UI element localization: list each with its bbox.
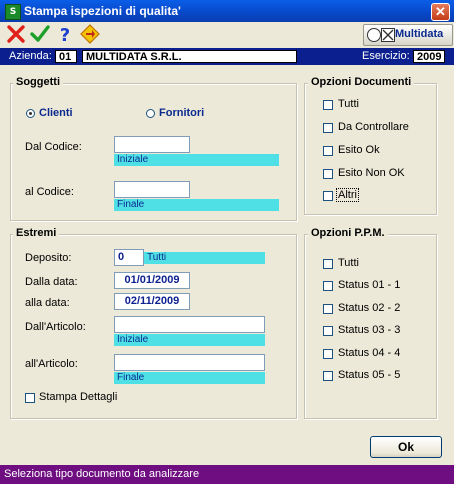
doc-tutti-label[interactable]: Tutti [338, 98, 359, 110]
doc-altri-checkbox[interactable] [323, 191, 333, 201]
logo-box-icon [381, 28, 395, 42]
ppm-status-02-checkbox[interactable] [323, 304, 333, 314]
al-codice-label: al Codice: [25, 186, 74, 198]
cancel-icon[interactable] [6, 24, 26, 44]
ppm-status-04-checkbox[interactable] [323, 349, 333, 359]
ppm-tutti-checkbox[interactable] [323, 259, 333, 269]
esercizio-field[interactable]: 2009 [413, 50, 445, 63]
doc-da-controllare-checkbox[interactable] [323, 123, 333, 133]
print-diamond-icon[interactable] [80, 24, 100, 44]
dall-articolo-label: Dall'Articolo: [25, 321, 86, 333]
ok-button[interactable]: Ok [370, 436, 442, 458]
dall-articolo-input[interactable] [114, 316, 265, 333]
stampa-dettagli-label[interactable]: Stampa Dettagli [39, 391, 117, 403]
dal-codice-hint: Iniziale [114, 154, 279, 166]
ppm-status-01-label[interactable]: Status 01 - 1 [338, 279, 400, 291]
all-articolo-label: all'Articolo: [25, 358, 78, 370]
multidata-logo: Multidata [363, 24, 453, 46]
doc-da-controllare-label[interactable]: Da Controllare [338, 121, 409, 133]
clienti-label[interactable]: Clienti [39, 107, 73, 119]
logo-text: Multidata [395, 28, 444, 40]
opzioni-ppm-title: Opzioni P.P.M. [308, 227, 388, 239]
dalla-data-input[interactable]: 01/01/2009 [114, 272, 190, 289]
clienti-radio[interactable] [26, 109, 35, 118]
estremi-title: Estremi [13, 227, 60, 239]
dal-codice-label: Dal Codice: [25, 141, 82, 153]
ppm-status-05-label[interactable]: Status 05 - 5 [338, 369, 400, 381]
close-button[interactable]: ✕ [431, 3, 450, 21]
dall-articolo-hint: Iniziale [114, 334, 265, 346]
dalla-data-label: Dalla data: [25, 276, 78, 288]
ppm-status-03-label[interactable]: Status 03 - 3 [338, 324, 400, 336]
help-question-icon[interactable]: ? [55, 24, 75, 46]
fornitori-radio[interactable] [146, 109, 155, 118]
al-codice-hint: Finale [114, 199, 279, 211]
status-text: Seleziona tipo documento da analizzare [4, 468, 200, 480]
logo-circle-icon [367, 28, 381, 42]
ppm-tutti-label[interactable]: Tutti [338, 257, 359, 269]
alla-data-input[interactable]: 02/11/2009 [114, 293, 190, 310]
soggetti-title: Soggetti [13, 76, 63, 88]
ok-button-label: Ok [397, 440, 414, 454]
doc-esito-non-ok-label[interactable]: Esito Non OK [338, 167, 405, 179]
deposito-label: Deposito: [25, 252, 72, 264]
doc-altri-label[interactable]: Altri [336, 188, 359, 202]
svg-text:?: ? [60, 25, 70, 44]
all-articolo-input[interactable] [114, 354, 265, 371]
doc-esito-ok-label[interactable]: Esito Ok [338, 144, 380, 156]
deposito-hint: Tutti [144, 252, 265, 264]
window-title: Stampa ispezioni di qualita' [24, 4, 181, 18]
azienda-label: Azienda: [9, 50, 52, 62]
alla-data-label: alla data: [25, 297, 70, 309]
all-articolo-hint: Finale [114, 372, 265, 384]
ppm-status-02-label[interactable]: Status 02 - 2 [338, 302, 400, 314]
deposito-input[interactable]: 0 [114, 249, 144, 266]
ppm-status-01-checkbox[interactable] [323, 281, 333, 291]
esercizio-label: Esercizio: [362, 50, 410, 62]
dal-codice-input[interactable] [114, 136, 190, 153]
ppm-status-05-checkbox[interactable] [323, 371, 333, 381]
fornitori-label[interactable]: Fornitori [159, 107, 204, 119]
doc-esito-ok-checkbox[interactable] [323, 146, 333, 156]
confirm-check-icon[interactable] [30, 24, 50, 44]
doc-esito-non-ok-checkbox[interactable] [323, 169, 333, 179]
al-codice-input[interactable] [114, 181, 190, 198]
ppm-status-03-checkbox[interactable] [323, 326, 333, 336]
close-icon: ✕ [435, 4, 446, 19]
ppm-status-04-label[interactable]: Status 04 - 4 [338, 347, 400, 359]
opzioni-documenti-title: Opzioni Documenti [308, 76, 415, 88]
doc-tutti-checkbox[interactable] [323, 100, 333, 110]
stampa-dettagli-checkbox[interactable] [25, 393, 35, 403]
azienda-code-field[interactable]: 01 [55, 50, 77, 63]
app-icon: S [5, 4, 21, 20]
azienda-name-field: MULTIDATA S.R.L. [82, 50, 297, 63]
